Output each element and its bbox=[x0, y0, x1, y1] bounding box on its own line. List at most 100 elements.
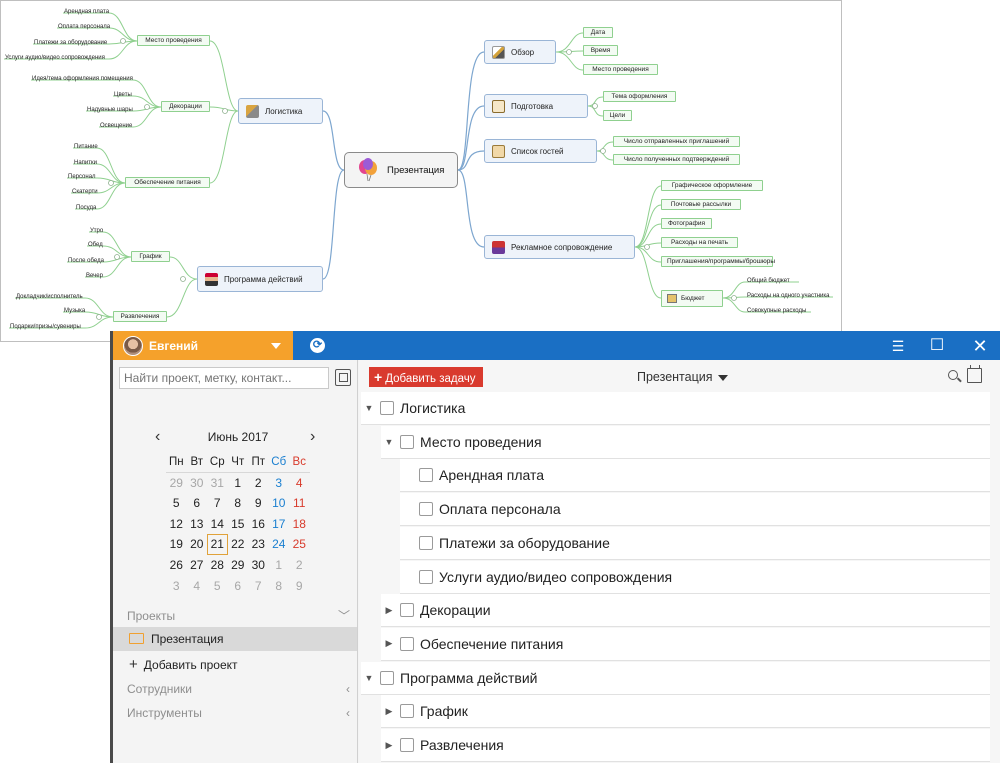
task-checkbox[interactable] bbox=[380, 670, 394, 685]
sidebar-item-project[interactable]: Презентация bbox=[113, 627, 357, 651]
calendar-day[interactable]: 15 bbox=[228, 514, 249, 535]
task-checkbox[interactable] bbox=[419, 468, 433, 483]
mm-node-date[interactable]: Дата bbox=[583, 27, 613, 38]
mm-node-invites-sent[interactable]: Число отправленных приглашений bbox=[613, 136, 740, 147]
mm-node-brochures[interactable]: Приглашения/программы/брошюры bbox=[661, 256, 775, 267]
calendar-day[interactable]: 9 bbox=[289, 576, 310, 597]
user-menu[interactable]: Евгений bbox=[113, 331, 293, 360]
calendar-day[interactable]: 23 bbox=[248, 534, 269, 555]
mm-node-decorations[interactable]: Декорации bbox=[161, 101, 210, 112]
calendar-day[interactable]: 10 bbox=[269, 493, 290, 514]
calendar-day[interactable]: 19 bbox=[166, 534, 187, 555]
calendar-day[interactable]: 7 bbox=[248, 576, 269, 597]
calendar-day[interactable]: 20 bbox=[187, 534, 208, 555]
task-row[interactable]: ▶ Обеспечение питания bbox=[381, 627, 990, 661]
calendar-day[interactable]: 14 bbox=[207, 514, 228, 535]
mm-node-catering[interactable]: Обеспечение питания bbox=[125, 177, 210, 188]
task-checkbox[interactable] bbox=[400, 434, 414, 449]
calendar-day[interactable]: 9 bbox=[248, 493, 269, 514]
task-checkbox[interactable] bbox=[419, 502, 433, 517]
task-row[interactable]: ▶ Декорации bbox=[381, 594, 990, 628]
calendar-day[interactable]: 5 bbox=[207, 576, 228, 597]
expand-icon[interactable]: ▶ bbox=[381, 605, 397, 616]
sync-icon[interactable]: ⟳ bbox=[310, 338, 325, 353]
calendar-day[interactable]: 30 bbox=[248, 555, 269, 576]
calendar-today[interactable]: 21 bbox=[207, 534, 228, 555]
task-checkbox[interactable] bbox=[400, 603, 414, 618]
calendar-day[interactable]: 22 bbox=[228, 534, 249, 555]
calendar-day[interactable]: 12 bbox=[166, 514, 187, 535]
collapse-icon[interactable]: ▼ bbox=[361, 403, 377, 413]
calendar-day[interactable]: 24 bbox=[269, 534, 290, 555]
mm-node-guest-list[interactable]: Список гостей bbox=[484, 139, 597, 163]
expand-icon[interactable]: ▶ bbox=[381, 638, 397, 649]
mm-node-overview[interactable]: Обзор bbox=[484, 40, 556, 64]
calendar-day[interactable]: 2 bbox=[248, 473, 269, 494]
close-icon[interactable]: ✕ bbox=[970, 336, 990, 356]
project-select[interactable]: Презентация bbox=[637, 370, 728, 384]
add-task-button[interactable]: + Добавить задачу bbox=[369, 367, 484, 387]
task-row[interactable]: Оплата персонала bbox=[400, 493, 990, 527]
calendar-day[interactable]: 26 bbox=[166, 555, 187, 576]
mm-node-goals[interactable]: Цели bbox=[603, 110, 632, 121]
mm-node-printing[interactable]: Расходы на печать bbox=[661, 237, 738, 248]
calendar-day[interactable]: 18 bbox=[289, 514, 310, 535]
calendar-day[interactable]: 3 bbox=[269, 473, 290, 494]
menu-icon[interactable]: ☰ bbox=[888, 336, 908, 356]
mm-node-budget[interactable]: Бюджет bbox=[661, 290, 723, 307]
calendar-day[interactable]: 25 bbox=[289, 534, 310, 555]
calendar-day[interactable]: 28 bbox=[207, 555, 228, 576]
mm-node-venue[interactable]: Место проведения bbox=[137, 35, 210, 46]
task-row[interactable]: ▼ Место проведения bbox=[381, 425, 990, 459]
mm-node-place[interactable]: Место проведения bbox=[583, 64, 658, 75]
expand-icon[interactable]: ▶ bbox=[381, 740, 397, 751]
mm-node-time[interactable]: Время bbox=[583, 45, 618, 56]
mm-node-preparation[interactable]: Подготовка bbox=[484, 94, 588, 118]
task-checkbox[interactable] bbox=[419, 569, 433, 584]
search-input[interactable] bbox=[120, 368, 328, 388]
mm-node-mailings[interactable]: Почтовые рассылки bbox=[661, 199, 741, 210]
calendar-day[interactable]: 13 bbox=[187, 514, 208, 535]
section-projects[interactable]: Проекты ﹀ bbox=[127, 605, 358, 627]
chevron-right-icon[interactable]: › bbox=[310, 429, 315, 445]
collapse-icon[interactable]: ▼ bbox=[381, 437, 397, 447]
task-checkbox[interactable] bbox=[380, 401, 394, 415]
task-checkbox[interactable] bbox=[400, 704, 414, 719]
calendar-day[interactable]: 17 bbox=[269, 514, 290, 535]
calendar-day[interactable]: 1 bbox=[269, 555, 290, 576]
mm-node-advertising[interactable]: Рекламное сопровождение bbox=[484, 235, 635, 259]
search-icon[interactable] bbox=[948, 370, 958, 380]
task-row[interactable]: Услуги аудио/видео сопровождения bbox=[400, 560, 990, 594]
mm-node-graphic-design[interactable]: Графическое оформление bbox=[661, 180, 763, 191]
calendar-day[interactable]: 3 bbox=[166, 576, 187, 597]
calendar-day[interactable]: 1 bbox=[228, 473, 249, 494]
calendar-day[interactable]: 6 bbox=[228, 576, 249, 597]
collapse-icon[interactable]: ▼ bbox=[361, 673, 377, 683]
mm-node-photography[interactable]: Фотография bbox=[661, 218, 712, 229]
calendar-day[interactable]: 29 bbox=[166, 473, 187, 494]
calendar-day[interactable]: 27 bbox=[187, 555, 208, 576]
calendar-day[interactable]: 4 bbox=[289, 473, 310, 494]
add-project-button[interactable]: + Добавить проект bbox=[129, 656, 238, 673]
section-tools[interactable]: Инструменты ‹ bbox=[127, 702, 358, 724]
task-row[interactable]: ▶ Развлечения bbox=[381, 729, 990, 762]
task-checkbox[interactable] bbox=[400, 738, 414, 752]
task-row[interactable]: ▼ Программа действий bbox=[361, 661, 990, 695]
mm-node-program[interactable]: Программа действий bbox=[197, 266, 323, 292]
calendar-day[interactable]: 6 bbox=[187, 493, 208, 514]
calendar-day[interactable]: 16 bbox=[248, 514, 269, 535]
mm-node-confirmations[interactable]: Число полученных подтверждений bbox=[613, 154, 740, 165]
task-row[interactable]: Платежи за оборудование bbox=[400, 526, 990, 560]
calendar-day[interactable]: 5 bbox=[166, 493, 187, 514]
task-checkbox[interactable] bbox=[400, 636, 414, 651]
calendar-day[interactable]: 7 bbox=[207, 493, 228, 514]
calendar-day[interactable]: 2 bbox=[289, 555, 310, 576]
calendar-icon[interactable] bbox=[967, 365, 982, 383]
task-row[interactable]: Арендная плата bbox=[400, 459, 990, 493]
mm-node-logistics[interactable]: Логистика bbox=[238, 98, 323, 124]
expand-icon[interactable]: ▶ bbox=[381, 706, 397, 717]
contacts-icon[interactable] bbox=[335, 369, 351, 386]
calendar-day[interactable]: 29 bbox=[228, 555, 249, 576]
calendar-day[interactable]: 8 bbox=[269, 576, 290, 597]
mm-node-entertainment[interactable]: Развлечения bbox=[113, 311, 167, 322]
